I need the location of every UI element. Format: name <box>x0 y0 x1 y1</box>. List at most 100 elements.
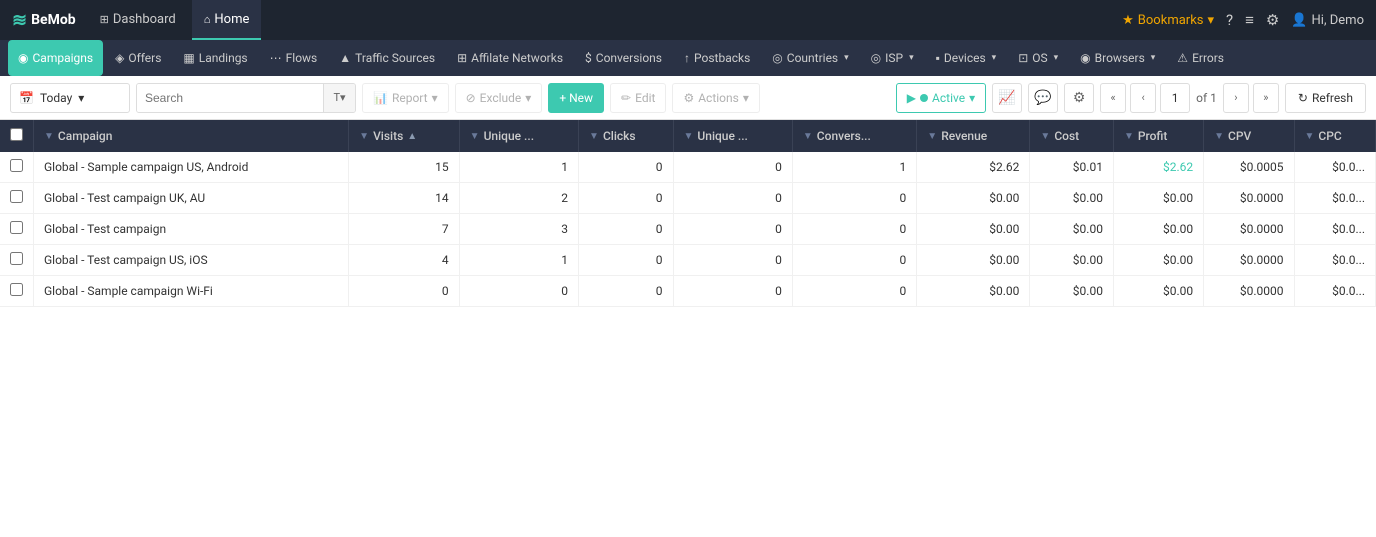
table-body: Global - Sample campaign US, Android 15 … <box>0 152 1376 307</box>
current-page[interactable]: 1 <box>1160 83 1190 113</box>
prev-page-button[interactable]: ‹ <box>1130 83 1156 113</box>
user-label: Hi, Demo <box>1312 13 1364 28</box>
browsers-chevron-icon: ▾ <box>1151 53 1156 63</box>
tab-dashboard[interactable]: ⊞ Dashboard <box>88 0 188 40</box>
edit-icon: ✏ <box>621 91 631 105</box>
exclude-button[interactable]: ⊘ Exclude ▾ <box>455 83 543 113</box>
sidebar-item-browsers[interactable]: ◉ Browsers ▾ <box>1070 40 1165 76</box>
logo[interactable]: ≋ BeMob <box>12 10 76 31</box>
sidebar-item-flows[interactable]: ⋯ Flows <box>260 40 328 76</box>
col-unique1[interactable]: ▼ Unique ... <box>459 120 578 152</box>
campaign-name: Global - Sample campaign Wi-Fi <box>34 276 349 307</box>
col-campaign-label: Campaign <box>58 129 113 143</box>
bookmarks-label: Bookmarks <box>1138 13 1204 28</box>
col-conversions[interactable]: ▼ Convers... <box>792 120 916 152</box>
col-profit-label: Profit <box>1138 129 1168 143</box>
sidebar-item-campaigns[interactable]: ◉ Campaigns <box>8 40 103 76</box>
report-label: Report <box>392 91 428 105</box>
sidebar-item-conversions[interactable]: $ Conversions <box>575 40 672 76</box>
landings-label: Landings <box>199 51 248 65</box>
col-campaign[interactable]: ▼ Campaign <box>34 120 349 152</box>
search-input[interactable] <box>137 84 323 112</box>
chart-view-button[interactable]: 📈 <box>992 83 1022 113</box>
campaign-name: Global - Test campaign <box>34 214 349 245</box>
star-icon: ★ <box>1122 13 1134 28</box>
col-visits[interactable]: ▼ Visits ▲ <box>349 120 460 152</box>
row-checkbox[interactable] <box>10 190 23 203</box>
refresh-button[interactable]: ↻ Refresh <box>1285 83 1366 113</box>
message-button[interactable]: 💬 <box>1028 83 1058 113</box>
row-checkbox-cell[interactable] <box>0 152 34 183</box>
row-checkbox[interactable] <box>10 283 23 296</box>
search-box[interactable]: T ▾ <box>136 83 356 113</box>
isp-chevron-icon: ▾ <box>909 53 914 63</box>
sidebar-item-countries[interactable]: ◎ Countries ▾ <box>762 40 858 76</box>
user-menu[interactable]: 👤 Hi, Demo <box>1291 13 1364 28</box>
countries-chevron-icon: ▾ <box>844 53 849 63</box>
tab-home-label: Home <box>214 12 249 27</box>
col-cost[interactable]: ▼ Cost <box>1030 120 1114 152</box>
col-revenue[interactable]: ▼ Revenue <box>917 120 1030 152</box>
revenue-value: $0.00 <box>917 214 1030 245</box>
row-checkbox-cell[interactable] <box>0 214 34 245</box>
cpc-value: $0.0... <box>1294 183 1376 214</box>
conversions-value: 1 <box>792 152 916 183</box>
col-clicks[interactable]: ▼ Clicks <box>579 120 673 152</box>
unique2-value: 0 <box>673 152 792 183</box>
new-button[interactable]: + New <box>548 83 604 113</box>
countries-icon: ◎ <box>772 51 782 65</box>
devices-label: Devices <box>944 51 986 65</box>
next-page-button[interactable]: › <box>1223 83 1249 113</box>
cost-value: $0.00 <box>1030 276 1114 307</box>
sidebar-item-traffic-sources[interactable]: ▲ Traffic Sources <box>329 40 445 76</box>
date-picker[interactable]: 📅 Today ▾ <box>10 83 130 113</box>
col-unique1-label: Unique ... <box>484 129 534 143</box>
clicks-value: 0 <box>579 276 673 307</box>
row-checkbox[interactable] <box>10 221 23 234</box>
row-checkbox-cell[interactable] <box>0 245 34 276</box>
filter-button[interactable]: T ▾ <box>323 84 355 112</box>
sidebar-item-landings[interactable]: ▦ Landings <box>173 40 257 76</box>
last-page-button[interactable]: » <box>1253 83 1279 113</box>
sidebar-item-isp[interactable]: ◎ ISP ▾ <box>861 40 924 76</box>
col-unique2[interactable]: ▼ Unique ... <box>673 120 792 152</box>
first-page-button[interactable]: « <box>1100 83 1126 113</box>
toolbar-right: ▶ Active ▾ 📈 💬 ⚙ « ‹ 1 of 1 › » <box>896 83 1366 113</box>
table-row: Global - Test campaign 7 3 0 0 0 $0.00 $… <box>0 214 1376 245</box>
row-checkbox[interactable] <box>10 252 23 265</box>
logo-icon: ≋ <box>12 10 27 31</box>
bookmarks-button[interactable]: ★ Bookmarks ▾ <box>1122 13 1214 28</box>
actions-button[interactable]: ⚙ Actions ▾ <box>672 83 759 113</box>
offers-label: Offers <box>128 51 161 65</box>
active-filter-button[interactable]: ▶ Active ▾ <box>896 83 986 113</box>
col-cpc[interactable]: ▼ CPC <box>1294 120 1376 152</box>
cpc-value: $0.0... <box>1294 152 1376 183</box>
row-checkbox-cell[interactable] <box>0 276 34 307</box>
sidebar-item-postbacks[interactable]: ↑ Postbacks <box>674 40 760 76</box>
active-label: Active <box>932 91 965 105</box>
report-chevron-icon: ▾ <box>432 91 438 105</box>
visits-value: 14 <box>349 183 460 214</box>
sidebar-item-errors[interactable]: ⚠ Errors <box>1167 40 1234 76</box>
second-navigation: ◉ Campaigns ◈ Offers ▦ Landings ⋯ Flows … <box>0 40 1376 76</box>
sidebar-item-os[interactable]: ⊡ OS ▾ <box>1008 40 1068 76</box>
row-checkbox[interactable] <box>10 159 23 172</box>
settings-col-button[interactable]: ⚙ <box>1064 83 1094 113</box>
help-button[interactable]: ? <box>1226 11 1233 29</box>
sidebar-item-affiliate-networks[interactable]: ⊞ Affilate Networks <box>447 40 573 76</box>
tab-home[interactable]: ⌂ Home <box>192 0 262 40</box>
affiliate-icon: ⊞ <box>457 51 467 65</box>
col-cpv[interactable]: ▼ CPV <box>1204 120 1294 152</box>
col-profit[interactable]: ▼ Profit <box>1113 120 1203 152</box>
edit-button[interactable]: ✏ Edit <box>610 83 666 113</box>
select-all-header[interactable] <box>0 120 34 152</box>
sidebar-item-offers[interactable]: ◈ Offers <box>105 40 171 76</box>
sidebar-item-devices[interactable]: ▪ Devices ▾ <box>926 40 1007 76</box>
settings-button[interactable]: ⚙ <box>1266 11 1279 29</box>
col-conversions-filter-icon: ▼ <box>803 131 813 142</box>
row-checkbox-cell[interactable] <box>0 183 34 214</box>
notification-button[interactable]: ≡ <box>1245 11 1254 29</box>
report-button[interactable]: 📊 Report ▾ <box>362 83 449 113</box>
col-cpv-label: CPV <box>1228 129 1251 143</box>
select-all-checkbox[interactable] <box>10 128 23 141</box>
